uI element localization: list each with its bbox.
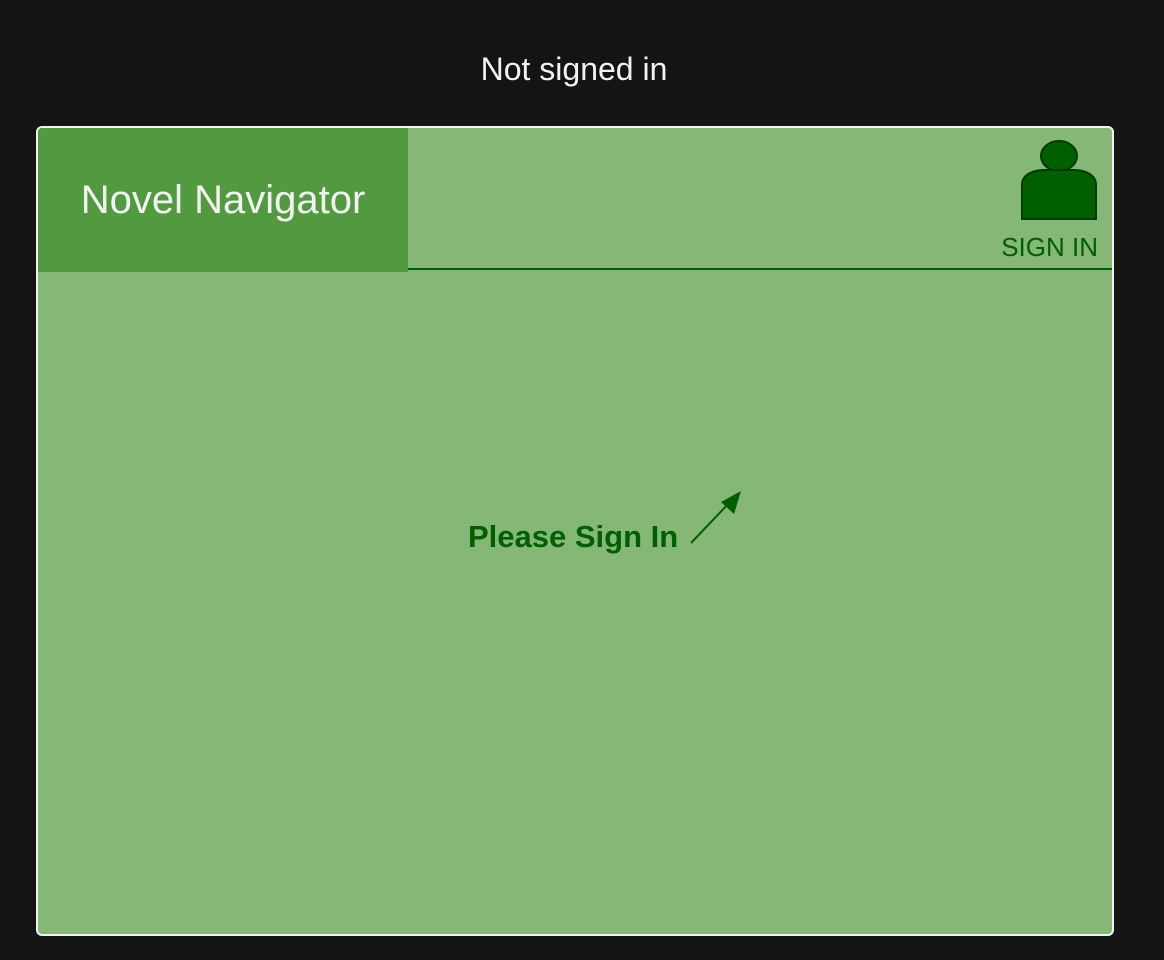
app-title: Novel Navigator xyxy=(80,178,366,222)
user-icon[interactable] xyxy=(1021,140,1097,220)
arrow-up-right-icon xyxy=(690,491,741,544)
app-header: Novel Navigator SIGN IN xyxy=(38,128,1112,272)
app-window: Novel Navigator SIGN IN Please Sign In xyxy=(36,126,1114,936)
main-content: Please Sign In xyxy=(38,272,1112,934)
page-caption: Not signed in xyxy=(480,51,668,87)
sign-in-prompt: Please Sign In xyxy=(468,519,679,554)
sign-in-button[interactable]: SIGN IN xyxy=(994,140,1098,264)
brand-block: Novel Navigator xyxy=(38,128,408,272)
sign-in-label[interactable]: SIGN IN xyxy=(1001,232,1098,262)
